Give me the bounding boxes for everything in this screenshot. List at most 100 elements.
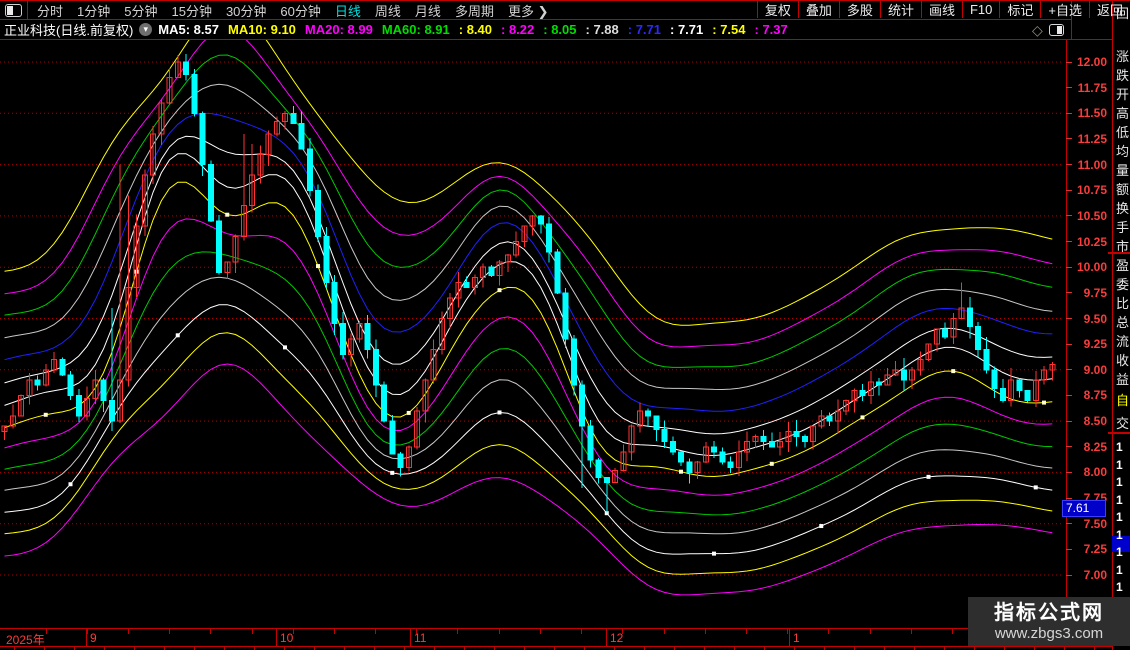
- candle-body: [60, 360, 65, 375]
- candle-body: [184, 62, 189, 74]
- toolbar-button-3[interactable]: 统计: [880, 0, 921, 18]
- month-label-2: 11: [414, 631, 426, 645]
- line-marker: [770, 462, 774, 466]
- strip-char: 跌: [1116, 65, 1130, 84]
- strip-char: 额: [1116, 179, 1130, 198]
- candle-body: [217, 221, 222, 272]
- toolbar-button-6[interactable]: 标记: [999, 0, 1040, 18]
- menu-item-7[interactable]: 周线: [375, 1, 401, 20]
- candle-body: [580, 385, 585, 426]
- candle-body: [679, 452, 684, 462]
- info-bar-icons: ◇: [1032, 20, 1071, 39]
- axis-label: 12.00: [1067, 55, 1107, 69]
- ma-value-0: MA5: 8.57: [158, 22, 219, 37]
- menu-item-5[interactable]: 60分钟: [280, 1, 320, 20]
- toolbar-button-1[interactable]: 叠加: [798, 0, 839, 18]
- candle-body: [208, 165, 213, 221]
- line-marker: [1034, 485, 1038, 489]
- candle-body: [538, 216, 543, 224]
- candle-body: [307, 149, 312, 190]
- candle-body: [901, 370, 906, 380]
- date-axis: 2025年 91011121: [0, 629, 1112, 646]
- toolbar-button-0[interactable]: 复权: [757, 0, 798, 18]
- candle-body: [101, 380, 106, 401]
- window-layout-button[interactable]: [0, 1, 28, 19]
- line-marker: [225, 213, 229, 217]
- menu-item-3[interactable]: 15分钟: [171, 1, 211, 20]
- app-window: 分时 1分钟 5分钟 15分钟 30分钟 60分钟日线周线月线多周期更多 ❯ 复权叠加多股…: [0, 0, 1130, 650]
- chevron-down-icon[interactable]: ▾: [139, 23, 152, 36]
- week-tick: [828, 629, 829, 634]
- watermark-title: 指标公式网: [994, 601, 1104, 625]
- ma-value-11: : 7.37: [755, 22, 788, 37]
- axis-label: 10.00: [1067, 260, 1107, 274]
- strip-value: 1: [1116, 458, 1123, 472]
- line-marker: [407, 411, 411, 415]
- envelope-line-7: [5, 182, 1053, 476]
- week-tick: [540, 629, 541, 634]
- month-label-4: 1: [793, 631, 800, 645]
- strip-value: 1: [1116, 475, 1123, 489]
- strip-char: 总: [1116, 312, 1130, 331]
- ma-value-9: : 7.71: [670, 22, 703, 37]
- menu-item-1[interactable]: 1分钟: [77, 1, 110, 20]
- menu-item-8[interactable]: 月线: [415, 1, 441, 20]
- menu-item-0[interactable]: 分时: [37, 1, 63, 20]
- diamond-icon[interactable]: ◇: [1032, 23, 1043, 37]
- watermark-url: www.zbgs3.com: [995, 625, 1103, 643]
- axis-label: 8.00: [1067, 465, 1107, 479]
- strip-char: 开: [1116, 84, 1130, 103]
- strip-char: 量: [1116, 160, 1130, 179]
- week-tick: [705, 629, 706, 634]
- candle-body: [596, 460, 601, 477]
- strip-char: 交: [1116, 413, 1130, 432]
- week-tick: [870, 629, 871, 634]
- candle-body: [984, 349, 989, 370]
- toolbar-button-7[interactable]: +自选: [1040, 0, 1089, 18]
- strip-char: 换: [1116, 198, 1130, 217]
- strip-char: 收: [1116, 350, 1130, 369]
- menu-item-2[interactable]: 5分钟: [124, 1, 157, 20]
- candle-body: [860, 390, 865, 395]
- info-bar: 正业科技(日线.前复权) ▾ MA5: 8.57MA10: 9.10MA20: …: [0, 20, 1071, 39]
- candle-body: [316, 190, 321, 236]
- panel-toggle-icon[interactable]: [1049, 24, 1064, 36]
- candle-body: [464, 283, 469, 288]
- axis-label: 9.00: [1067, 363, 1107, 377]
- strip-char: 低: [1116, 122, 1130, 141]
- strip-char: 比: [1116, 293, 1130, 312]
- candle-body: [712, 447, 717, 452]
- candle-body: [299, 124, 304, 150]
- strip-value: 1: [1116, 563, 1123, 577]
- candle-body: [1017, 380, 1022, 390]
- toolbar-button-2[interactable]: 多股: [839, 0, 880, 18]
- candle-body: [588, 426, 593, 460]
- menu-item-10[interactable]: 更多 ❯: [508, 1, 549, 20]
- candle-body: [728, 462, 733, 467]
- line-marker: [316, 264, 320, 268]
- ma-value-8: : 7.71: [628, 22, 661, 37]
- candle-body: [976, 327, 981, 350]
- ma-value-6: : 8.05: [543, 22, 576, 37]
- ma-value-1: MA10: 9.10: [228, 22, 296, 37]
- strip-divider: [1108, 432, 1130, 434]
- toolbar-button-4[interactable]: 画线: [921, 0, 962, 18]
- candle-body: [769, 442, 774, 447]
- strip-value: 1: [1116, 545, 1123, 559]
- candle-body: [1025, 390, 1030, 400]
- line-marker: [69, 482, 73, 486]
- menu-item-9[interactable]: 多周期: [455, 1, 494, 20]
- window-layout-icon: [5, 4, 22, 17]
- menu-item-4[interactable]: 30分钟: [226, 1, 266, 20]
- candle-body: [877, 382, 882, 385]
- strip-char: 自: [1116, 390, 1130, 409]
- envelope-line-8: [5, 219, 1053, 495]
- candle-body: [662, 429, 667, 441]
- axis-label: 10.50: [1067, 209, 1107, 223]
- candle-body: [200, 113, 205, 164]
- toolbar-button-5[interactable]: F10: [962, 0, 999, 18]
- envelope-line-5: [5, 136, 1053, 434]
- menu-item-6[interactable]: 日线: [335, 1, 361, 20]
- candlestick-chart[interactable]: [0, 40, 1066, 628]
- candle-body: [1000, 388, 1005, 400]
